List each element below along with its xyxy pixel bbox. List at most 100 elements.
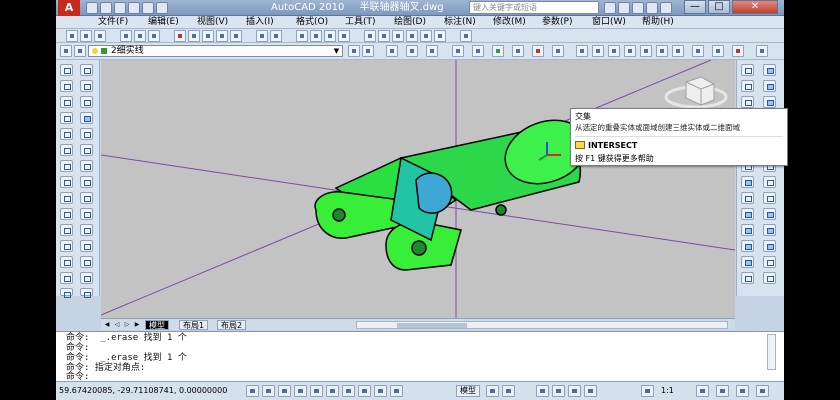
subscription-icon[interactable] — [618, 2, 630, 14]
object-snap-icon[interactable] — [310, 385, 323, 397]
orbit-icon[interactable] — [576, 45, 588, 57]
tool-palettes-icon[interactable] — [392, 30, 404, 42]
array-icon[interactable] — [80, 128, 93, 140]
ellipse-icon[interactable] — [60, 208, 73, 220]
menu-modify[interactable]: 修改(M) — [493, 16, 526, 29]
move-icon[interactable] — [386, 45, 398, 57]
model-space-button[interactable]: 模型 — [456, 385, 480, 397]
continuous-orbit-icon[interactable] — [763, 96, 776, 108]
render-icon[interactable] — [692, 45, 704, 57]
view-controls-icon[interactable] — [756, 45, 768, 57]
multiline-text-icon[interactable] — [60, 288, 73, 298]
make-block-icon[interactable] — [60, 256, 73, 268]
properties-icon[interactable] — [364, 30, 376, 42]
align-icon[interactable] — [426, 45, 438, 57]
menu-file[interactable]: 文件(F) — [98, 16, 128, 29]
menu-window[interactable]: 窗口(W) — [592, 16, 626, 29]
help-icon[interactable] — [660, 2, 672, 14]
circle-icon[interactable] — [60, 160, 73, 172]
save-icon[interactable] — [114, 2, 126, 14]
binoculars-icon[interactable] — [604, 2, 616, 14]
polyline-icon[interactable] — [60, 96, 73, 108]
plot-icon[interactable] — [156, 2, 168, 14]
move-object-icon[interactable] — [80, 144, 93, 156]
menu-tools[interactable]: 工具(T) — [345, 16, 376, 29]
box-icon[interactable] — [741, 64, 754, 76]
undo-toolbar-icon[interactable] — [256, 30, 268, 42]
quick-properties-icon[interactable] — [390, 385, 403, 397]
copy-object-icon[interactable] — [80, 80, 93, 92]
presspull-icon[interactable] — [741, 224, 754, 236]
rotate-icon[interactable] — [406, 45, 418, 57]
lineweight-icon[interactable] — [374, 385, 387, 397]
trim-object-icon[interactable] — [80, 208, 93, 220]
menu-parametric[interactable]: 参数(P) — [542, 16, 572, 29]
viewport-canvas[interactable] — [101, 60, 735, 318]
layer-previous-icon[interactable] — [362, 45, 374, 57]
join-icon[interactable] — [80, 256, 93, 268]
layer-properties-icon[interactable] — [60, 45, 72, 57]
menu-draw[interactable]: 绘图(D) — [394, 16, 426, 29]
block-editor-icon[interactable] — [230, 30, 242, 42]
markup-icon[interactable] — [420, 30, 432, 42]
close-button[interactable]: ✕ — [732, 0, 778, 14]
trim-icon[interactable] — [532, 45, 544, 57]
clean-screen-icon[interactable] — [756, 385, 769, 397]
model-viewport[interactable] — [101, 60, 735, 318]
extend-icon[interactable] — [552, 45, 564, 57]
viewcube-icon[interactable] — [664, 76, 728, 109]
dynamic-ucs-icon[interactable] — [342, 385, 355, 397]
rectangle-icon[interactable] — [60, 128, 73, 140]
menu-help[interactable]: 帮助(H) — [642, 16, 674, 29]
menu-edit[interactable]: 编辑(E) — [148, 16, 179, 29]
axis-x-icon[interactable] — [452, 45, 464, 57]
sheet-set-icon[interactable] — [406, 30, 418, 42]
pan-status-icon[interactable] — [536, 385, 549, 397]
intersect-icon[interactable] — [763, 240, 776, 252]
layer-dropdown[interactable]: 2细实线 ▼ — [88, 45, 343, 57]
break-icon[interactable] — [80, 240, 93, 252]
insert-block-icon[interactable] — [60, 240, 73, 252]
tab-layout2[interactable]: 布局2 — [217, 320, 247, 330]
make-current-layer-icon[interactable] — [348, 45, 360, 57]
wireframe-icon[interactable] — [656, 45, 668, 57]
minimize-button[interactable]: — — [684, 0, 706, 14]
showmotion-icon[interactable] — [584, 385, 597, 397]
open-file-icon[interactable] — [100, 2, 112, 14]
redo-icon[interactable] — [142, 2, 154, 14]
menu-insert[interactable]: 插入(I) — [246, 16, 274, 29]
command-window[interactable]: 命令: _.erase 找到 1 个 命令: 命令: _.erase 找到 1 … — [56, 331, 784, 382]
first-tab-icon[interactable]: ◀ — [103, 321, 111, 329]
open-icon[interactable] — [80, 30, 92, 42]
cone-icon[interactable] — [741, 96, 754, 108]
pan-nav-icon[interactable] — [763, 192, 776, 204]
rotate-object-icon[interactable] — [80, 160, 93, 172]
maximize-button[interactable]: □ — [708, 0, 730, 14]
slice-icon[interactable] — [763, 256, 776, 268]
tab-layout1[interactable]: 布局1 — [179, 320, 209, 330]
horizontal-scrollbar[interactable] — [356, 321, 728, 329]
loft-icon[interactable] — [741, 272, 754, 284]
annotation-scale[interactable]: 1:1 — [661, 385, 674, 397]
conceptual-icon[interactable] — [624, 45, 636, 57]
quick-view-drawings-icon[interactable] — [502, 385, 515, 397]
scrollbar-thumb[interactable] — [397, 323, 467, 328]
explode-icon[interactable] — [80, 288, 93, 298]
wedge-icon[interactable] — [741, 80, 754, 92]
favorites-icon[interactable] — [646, 2, 658, 14]
help-search-input[interactable]: 键入关键字或短语 — [469, 1, 599, 14]
menu-dimension[interactable]: 标注(N) — [444, 16, 476, 29]
shaft-fork-solid[interactable] — [314, 109, 596, 271]
autocad-logo-icon[interactable]: A — [58, 0, 80, 16]
undo-icon[interactable] — [128, 2, 140, 14]
mirror-icon[interactable] — [80, 96, 93, 108]
zoom-realtime-icon[interactable] — [310, 30, 322, 42]
match-properties-icon[interactable] — [216, 30, 228, 42]
visual-style-icon[interactable] — [608, 45, 620, 57]
workspace-switching-icon[interactable] — [716, 385, 729, 397]
hatch-icon[interactable] — [60, 272, 73, 284]
sweep-icon[interactable] — [741, 240, 754, 252]
print-icon[interactable] — [120, 30, 132, 42]
prev-tab-icon[interactable]: ◁ — [113, 321, 121, 329]
extrude-icon[interactable] — [741, 208, 754, 220]
